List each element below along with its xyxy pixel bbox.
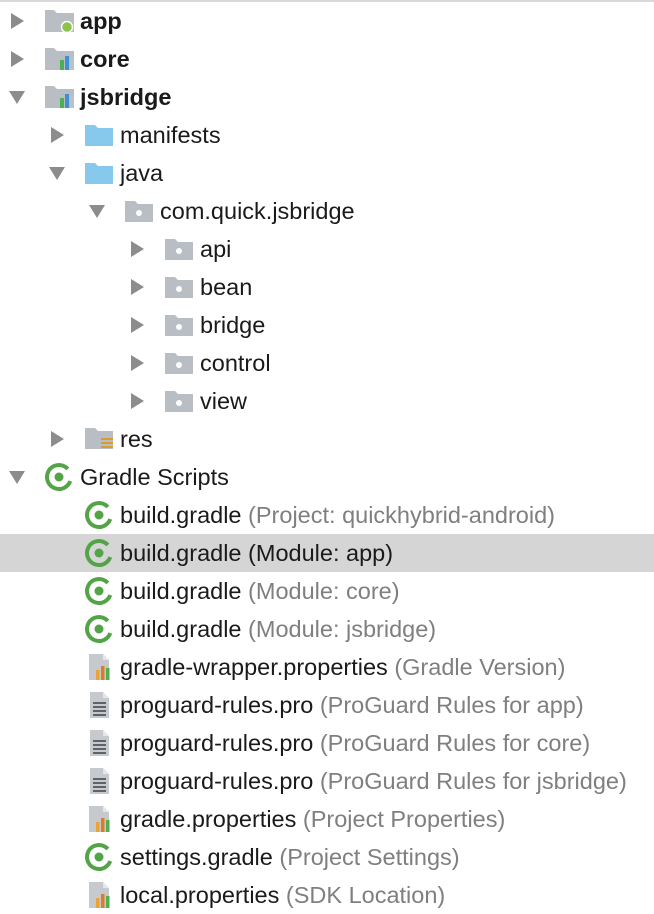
- tree-item-label: res: [120, 426, 153, 452]
- tree-item-control[interactable]: control: [0, 344, 654, 382]
- tree-item-label: build.gradle: [120, 578, 242, 604]
- tree-item-label: control: [200, 350, 271, 376]
- tree-item-app[interactable]: app: [0, 2, 654, 40]
- chevron-down-icon[interactable]: [6, 78, 28, 116]
- tree-item-label: local.properties: [120, 882, 280, 908]
- tree-item-label: manifests: [120, 122, 221, 148]
- package-icon: [124, 192, 154, 230]
- tree-item-label: api: [200, 236, 232, 262]
- tree-item-label: view: [200, 388, 248, 414]
- tree-item-detail: (Gradle Version): [394, 654, 566, 680]
- tree-item-label: gradle.properties: [120, 806, 297, 832]
- chevron-down-icon[interactable]: [6, 458, 28, 496]
- tree-item-detail: (Module: app): [248, 540, 394, 566]
- folder-icon: [84, 116, 114, 154]
- chevron-down-icon[interactable]: [86, 192, 108, 230]
- source-folder-icon: [84, 154, 114, 192]
- tree-item-view[interactable]: view: [0, 382, 654, 420]
- tree-item-detail: (ProGuard Rules for app): [319, 692, 584, 718]
- gradle-icon: [44, 458, 74, 496]
- tree-item-detail: (ProGuard Rules for core): [319, 730, 591, 756]
- chevron-right-icon[interactable]: [126, 382, 148, 420]
- tree-item-detail: (ProGuard Rules for jsbridge): [319, 768, 627, 794]
- tree-item-detail: (Project Settings): [279, 844, 460, 870]
- tree-item-core[interactable]: core: [0, 40, 654, 78]
- tree-item-detail: (Project: quickhybrid-android): [248, 502, 555, 528]
- tree-item-label: app: [80, 8, 122, 34]
- tree-item-label: jsbridge: [80, 84, 172, 110]
- chevron-right-icon[interactable]: [6, 40, 28, 78]
- tree-item-label: settings.gradle: [120, 844, 273, 870]
- properties-file-icon: [84, 648, 114, 686]
- tree-item-proguard-core[interactable]: proguard-rules.pro (ProGuard Rules for c…: [0, 724, 654, 762]
- tree-item-label: bridge: [200, 312, 266, 338]
- tree-item-proguard-jsbridge[interactable]: proguard-rules.pro (ProGuard Rules for j…: [0, 762, 654, 800]
- package-icon: [164, 382, 194, 420]
- text-file-icon: [84, 686, 114, 724]
- tree-item-java[interactable]: java: [0, 154, 654, 192]
- tree-item-detail: (Module: jsbridge): [248, 616, 437, 642]
- tree-item-label: com.quick.jsbridge: [160, 198, 355, 224]
- library-module-icon: [44, 40, 76, 78]
- tree-item-settings-gradle[interactable]: settings.gradle (Project Settings): [0, 838, 654, 876]
- package-icon: [164, 344, 194, 382]
- tree-item-build-gradle-project[interactable]: build.gradle (Project: quickhybrid-andro…: [0, 496, 654, 534]
- gradle-icon: [84, 610, 114, 648]
- package-icon: [164, 268, 194, 306]
- tree-item-build-gradle-jsbridge[interactable]: build.gradle (Module: jsbridge): [0, 610, 654, 648]
- gradle-icon: [84, 534, 114, 572]
- text-file-icon: [84, 762, 114, 800]
- chevron-right-icon[interactable]: [126, 306, 148, 344]
- gradle-icon: [84, 838, 114, 876]
- properties-file-icon: [84, 876, 114, 914]
- properties-file-icon: [84, 800, 114, 838]
- chevron-right-icon[interactable]: [46, 116, 68, 154]
- tree-item-detail: (SDK Location): [285, 882, 446, 908]
- tree-item-local-properties[interactable]: local.properties (SDK Location): [0, 876, 654, 914]
- tree-item-manifests[interactable]: manifests: [0, 116, 654, 154]
- tree-item-label: proguard-rules.pro: [120, 730, 314, 756]
- tree-item-label: gradle-wrapper.properties: [120, 654, 388, 680]
- package-icon: [164, 306, 194, 344]
- tree-item-label: proguard-rules.pro: [120, 768, 314, 794]
- tree-item-label: core: [80, 46, 130, 72]
- tree-item-jsbridge[interactable]: jsbridge: [0, 78, 654, 116]
- tree-item-gradle-scripts[interactable]: Gradle Scripts: [0, 458, 654, 496]
- tree-item-label: build.gradle: [120, 502, 242, 528]
- project-tree[interactable]: app core jsbridge manifests java com.qui…: [0, 2, 654, 914]
- chevron-down-icon[interactable]: [46, 154, 68, 192]
- package-icon: [164, 230, 194, 268]
- tree-item-label: bean: [200, 274, 253, 300]
- chevron-right-icon[interactable]: [46, 420, 68, 458]
- tree-item-api[interactable]: api: [0, 230, 654, 268]
- android-module-icon: [44, 2, 76, 40]
- tree-item-proguard-app[interactable]: proguard-rules.pro (ProGuard Rules for a…: [0, 686, 654, 724]
- tree-item-detail: (Module: core): [248, 578, 400, 604]
- gradle-icon: [84, 496, 114, 534]
- tree-item-gradle-wrapper-properties[interactable]: gradle-wrapper.properties (Gradle Versio…: [0, 648, 654, 686]
- chevron-right-icon[interactable]: [126, 230, 148, 268]
- gradle-icon: [84, 572, 114, 610]
- tree-item-build-gradle-core[interactable]: build.gradle (Module: core): [0, 572, 654, 610]
- resource-folder-icon: [84, 420, 116, 458]
- chevron-right-icon[interactable]: [126, 268, 148, 306]
- tree-item-package[interactable]: com.quick.jsbridge: [0, 192, 654, 230]
- tree-item-label: Gradle Scripts: [80, 464, 229, 490]
- tree-item-label: build.gradle: [120, 616, 242, 642]
- tree-item-bridge[interactable]: bridge: [0, 306, 654, 344]
- tree-item-res[interactable]: res: [0, 420, 654, 458]
- tree-item-bean[interactable]: bean: [0, 268, 654, 306]
- tree-item-label: java: [120, 160, 164, 186]
- text-file-icon: [84, 724, 114, 762]
- tree-item-label: proguard-rules.pro: [120, 692, 314, 718]
- tree-item-gradle-properties[interactable]: gradle.properties (Project Properties): [0, 800, 654, 838]
- tree-item-label: build.gradle: [120, 540, 242, 566]
- tree-item-detail: (Project Properties): [302, 806, 506, 832]
- library-module-icon: [44, 78, 76, 116]
- chevron-right-icon[interactable]: [6, 2, 28, 40]
- chevron-right-icon[interactable]: [126, 344, 148, 382]
- tree-item-build-gradle-app[interactable]: build.gradle (Module: app): [0, 534, 654, 572]
